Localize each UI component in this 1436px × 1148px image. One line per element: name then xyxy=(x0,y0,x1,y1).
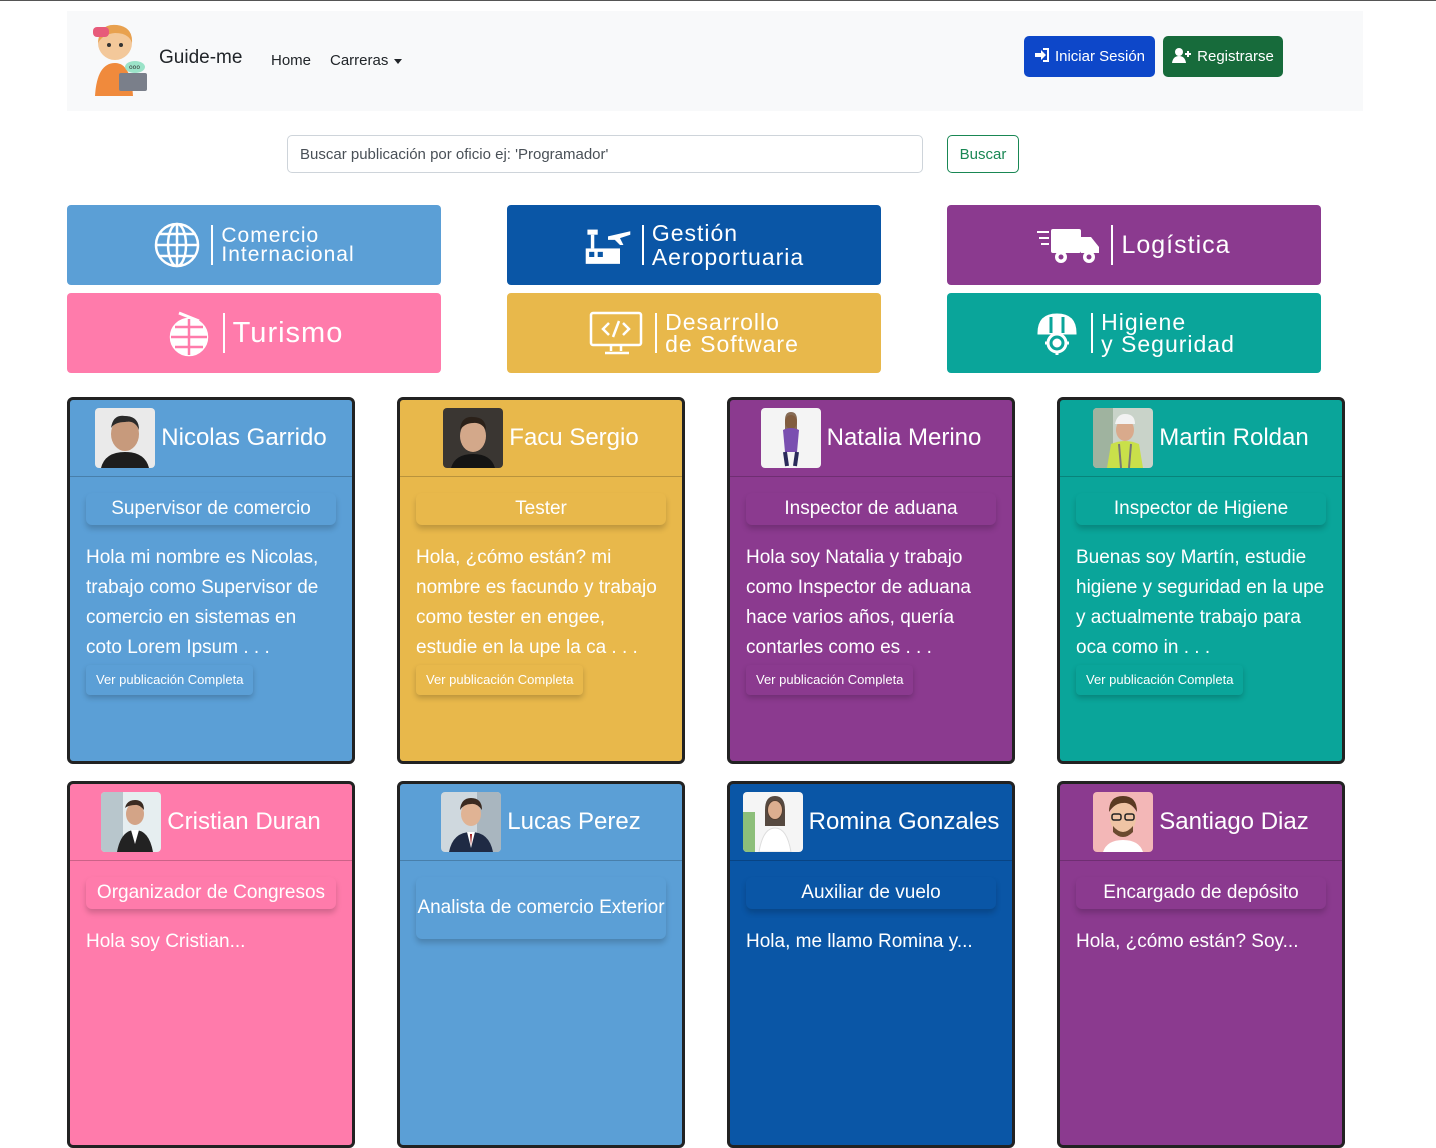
divider xyxy=(641,225,644,265)
card-header: Nicolas Garrido xyxy=(70,400,352,477)
view-publication-button[interactable]: Ver publicación Completa xyxy=(746,665,914,695)
user-plus-icon xyxy=(1172,47,1192,67)
card-name: Nicolas Garrido xyxy=(161,424,327,451)
publication-card: Santiago Diaz Encargado de depósito Hola… xyxy=(1057,781,1345,1148)
divider xyxy=(1111,225,1114,265)
avatar xyxy=(742,792,803,852)
job-title: Inspector de Higiene xyxy=(1076,493,1326,525)
divider xyxy=(655,313,658,353)
globe-icon xyxy=(153,221,201,269)
avatar xyxy=(1093,792,1154,852)
category-higiene-seguridad[interactable]: Higiene y Seguridad xyxy=(947,293,1321,373)
search-input[interactable] xyxy=(287,135,923,173)
publication-card: Romina Gonzales Auxiliar de vuelo Hola, … xyxy=(727,781,1015,1148)
publication-card: Facu Sergio Tester Hola, ¿cómo están? mi… xyxy=(397,397,685,764)
publication-card: Natalia Merino Inspector de aduana Hola … xyxy=(727,397,1015,764)
view-publication-button[interactable]: Ver publicación Completa xyxy=(86,665,254,695)
category-desarrollo-software[interactable]: Desarrollo de Software xyxy=(507,293,881,373)
category-label: Gestión Aeroportuaria xyxy=(651,220,805,270)
avatar xyxy=(441,792,502,852)
travel-globe-icon xyxy=(165,309,213,357)
card-description: Hola soy Cristian... xyxy=(86,931,246,952)
login-label: Iniciar Sesión xyxy=(1054,48,1146,65)
search-button[interactable]: Buscar xyxy=(947,135,1019,173)
divider xyxy=(222,313,225,353)
register-label: Registrarse xyxy=(1197,48,1274,65)
card-header: Romina Gonzales xyxy=(730,784,1012,861)
card-name: Santiago Diaz xyxy=(1159,808,1309,835)
publication-card: Nicolas Garrido Supervisor de comercio H… xyxy=(67,397,355,764)
card-name: Martin Roldan xyxy=(1159,424,1309,451)
register-button[interactable]: Registrarse xyxy=(1163,36,1283,77)
chevron-down-icon xyxy=(394,58,403,64)
code-monitor-icon xyxy=(589,309,645,357)
job-title: Supervisor de comercio xyxy=(86,493,336,525)
card-name: Facu Sergio xyxy=(509,424,639,451)
card-header: Martin Roldan xyxy=(1060,400,1342,477)
truck-icon xyxy=(1037,221,1101,269)
card-name: Natalia Merino xyxy=(826,424,982,451)
nav-carreras-dropdown[interactable]: Carreras xyxy=(330,52,403,69)
category-label: Turismo xyxy=(232,317,344,349)
divider xyxy=(211,225,214,265)
avatar xyxy=(1093,408,1154,468)
category-label: Logística xyxy=(1121,231,1231,259)
navbar: ooo Guide-me Home Carreras Iniciar Sesió… xyxy=(67,11,1363,111)
category-gestion-aeroportuaria[interactable]: Gestión Aeroportuaria xyxy=(507,205,881,285)
card-header: Natalia Merino xyxy=(730,400,1012,477)
category-label: Desarrollo de Software xyxy=(665,309,799,357)
view-publication-button[interactable]: Ver publicación Completa xyxy=(416,665,584,695)
card-description: Hola mi nombre es Nicolas, trabajo como … xyxy=(86,547,319,658)
category-logistica[interactable]: Logística xyxy=(947,205,1321,285)
job-title: Analista de comercio Exterior xyxy=(416,877,666,939)
card-description: Hola, ¿cómo están? mi nombre es facundo … xyxy=(416,547,657,658)
card-header: Facu Sergio xyxy=(400,400,682,477)
brand-logo[interactable]: ooo xyxy=(85,21,149,99)
avatar xyxy=(95,408,156,468)
view-publication-button[interactable]: Ver publicación Completa xyxy=(1076,665,1244,695)
category-comercio-internacional[interactable]: Comercio Internacional xyxy=(67,205,441,285)
card-name: Cristian Duran xyxy=(167,808,321,835)
publication-card: Cristian Duran Organizador de Congresos … xyxy=(67,781,355,1148)
avatar xyxy=(101,792,162,852)
nav-home-link[interactable]: Home xyxy=(271,52,311,69)
divider xyxy=(1091,313,1094,353)
nav-carreras-label: Carreras xyxy=(330,52,389,69)
login-button[interactable]: Iniciar Sesión xyxy=(1024,36,1155,77)
card-name: Lucas Perez xyxy=(507,808,641,835)
category-label: Comercio Internacional xyxy=(221,224,355,266)
publication-card: Martin Roldan Inspector de Higiene Buena… xyxy=(1057,397,1345,764)
category-label: Higiene y Seguridad xyxy=(1101,309,1235,357)
card-name: Romina Gonzales xyxy=(808,808,1000,835)
svg-text:ooo: ooo xyxy=(129,64,140,71)
category-turismo[interactable]: Turismo xyxy=(67,293,441,373)
card-description: Hola soy Natalia y trabajo como Inspecto… xyxy=(746,547,971,658)
sign-in-icon xyxy=(1034,47,1050,66)
card-description: Hola, ¿cómo están? Soy... xyxy=(1076,931,1299,952)
job-title: Auxiliar de vuelo xyxy=(746,877,996,909)
brand-name[interactable]: Guide-me xyxy=(159,47,242,69)
airport-icon xyxy=(584,221,632,269)
job-title: Inspector de aduana xyxy=(746,493,996,525)
publication-card: Lucas Perez Analista de comercio Exterio… xyxy=(397,781,685,1148)
avatar xyxy=(760,408,821,468)
avatar xyxy=(443,408,504,468)
safety-helmet-icon xyxy=(1033,309,1081,357)
card-description: Buenas soy Martín, estudie higiene y seg… xyxy=(1076,547,1325,658)
card-header: Santiago Diaz xyxy=(1060,784,1342,861)
job-title: Encargado de depósito xyxy=(1076,877,1326,909)
card-header: Cristian Duran xyxy=(70,784,352,861)
job-title: Tester xyxy=(416,493,666,525)
card-header: Lucas Perez xyxy=(400,784,682,861)
card-description: Hola, me llamo Romina y... xyxy=(746,931,973,952)
job-title: Organizador de Congresos xyxy=(86,877,336,909)
